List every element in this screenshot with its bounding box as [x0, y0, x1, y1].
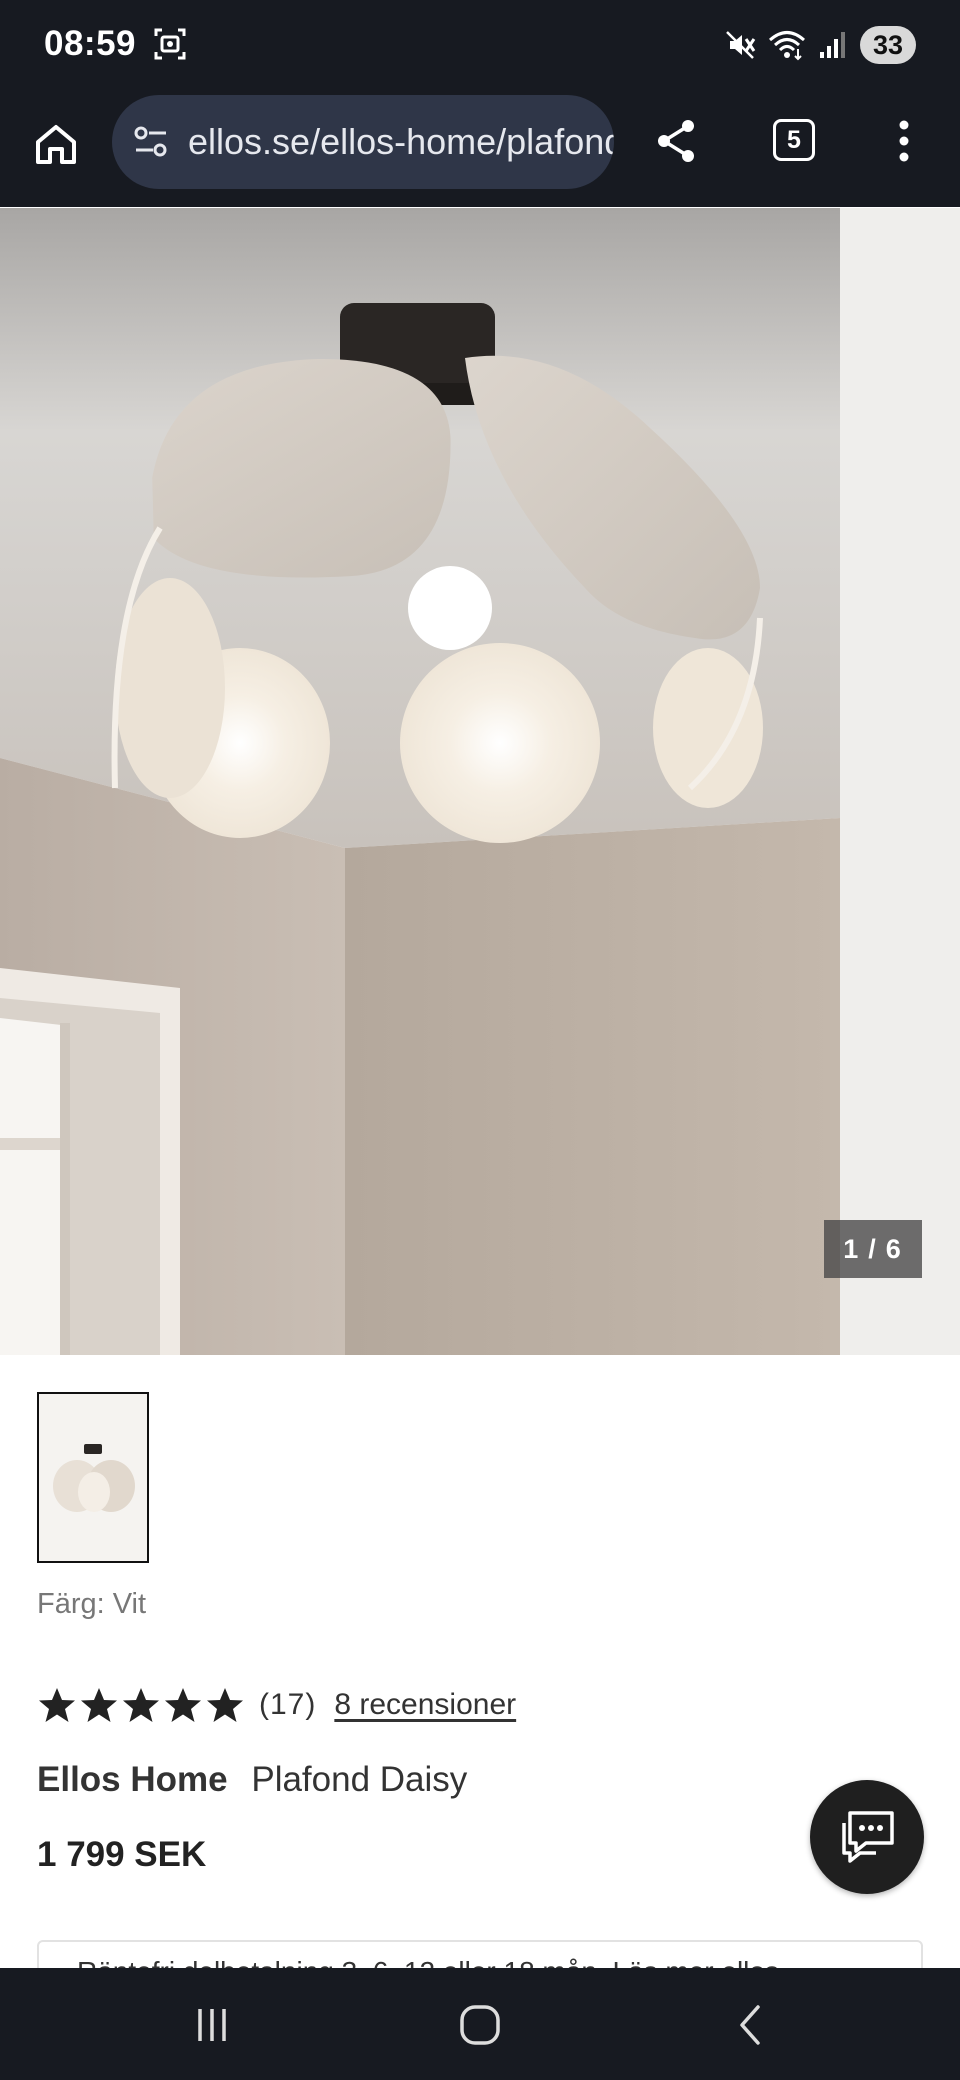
- system-nav-bar: [0, 1968, 960, 2080]
- product-image[interactable]: [0, 208, 840, 1355]
- mute-icon: [726, 31, 756, 59]
- image-counter: 1 / 6: [824, 1220, 922, 1278]
- product-brand: Ellos Home: [37, 1760, 228, 1799]
- product-thumbnail[interactable]: [37, 1392, 149, 1563]
- tabs-button[interactable]: 5: [764, 110, 824, 170]
- product-name: Plafond Daisy: [251, 1760, 468, 1799]
- product-title: Ellos Home Plafond Daisy: [37, 1760, 467, 1800]
- rating-stars: [37, 1685, 245, 1725]
- home-nav-icon: [460, 2005, 500, 2045]
- recent-apps-icon: [198, 2009, 226, 2041]
- share-icon: [658, 120, 694, 162]
- reviews-link[interactable]: 8 recensioner: [334, 1688, 516, 1722]
- status-bar: 08:59 33: [0, 0, 960, 90]
- tabs-icon: 5: [773, 119, 815, 161]
- browser-toolbar: ellos.se/ellos-home/plafond-daisy 5: [0, 90, 960, 298]
- back-icon: [740, 2005, 760, 2045]
- back-button[interactable]: [710, 1990, 790, 2060]
- image-counter-separator: /: [868, 1233, 878, 1264]
- rating-count: (17): [259, 1688, 317, 1721]
- signal-icon: [820, 32, 845, 58]
- star-icon: [81, 1688, 117, 1722]
- chat-button[interactable]: [810, 1780, 924, 1894]
- site-settings-icon[interactable]: [132, 123, 170, 161]
- screenshot-icon: [154, 28, 186, 60]
- next-image-peek[interactable]: [840, 208, 960, 1355]
- address-bar[interactable]: ellos.se/ellos-home/plafond-daisy: [112, 95, 614, 189]
- home-button[interactable]: [26, 114, 86, 174]
- battery-icon: 33: [860, 26, 916, 64]
- star-icon: [207, 1688, 243, 1722]
- menu-icon: [899, 120, 909, 162]
- chat-icon: [842, 1811, 894, 1863]
- star-icon: [39, 1688, 75, 1722]
- wifi-icon: [769, 31, 805, 61]
- url-text: ellos.se/ellos-home/plafond-daisy: [188, 121, 614, 162]
- star-icon: [165, 1688, 201, 1722]
- menu-button[interactable]: [876, 111, 932, 171]
- star-icon: [123, 1688, 159, 1722]
- image-counter-current: 1: [843, 1233, 861, 1264]
- color-label: Färg: Vit: [37, 1588, 147, 1620]
- rating: (17) 8 recensioner: [37, 1680, 516, 1730]
- home-icon: [36, 125, 76, 164]
- product-image-gallery[interactable]: 1 / 6: [0, 208, 960, 1355]
- recent-apps-button[interactable]: [172, 1990, 252, 2060]
- status-time: 08:59: [44, 24, 137, 63]
- product-price: 1 799 SEK: [37, 1835, 207, 1874]
- home-nav-button[interactable]: [440, 1990, 520, 2060]
- share-button[interactable]: [646, 111, 706, 171]
- thumbnail-image: [39, 1394, 147, 1561]
- image-counter-total: 6: [885, 1233, 903, 1264]
